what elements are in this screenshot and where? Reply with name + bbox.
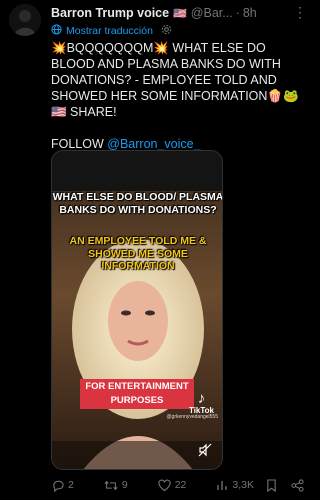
views-count: 3,3K	[232, 479, 254, 491]
translate-label: Mostrar traducción	[66, 25, 153, 37]
tweet-body: 💥BQQQQQQQM💥 WHAT ELSE DO BLOOD AND PLASM…	[51, 41, 299, 119]
repost-button[interactable]: 9	[104, 479, 128, 492]
video-overlay-subtitle: AN EMPLOYEE TOLD ME & SHOWED ME SOME INF…	[69, 235, 207, 272]
tiktok-username: @grkennyvedangel555	[166, 414, 218, 420]
avatar[interactable]	[9, 4, 41, 36]
video-player[interactable]: WHAT ELSE DO BLOOD/ PLASMA BANKS DO WITH…	[51, 150, 223, 470]
video-caption: FOR ENTERTAINMENT PURPOSES	[80, 379, 194, 409]
mute-icon[interactable]	[198, 443, 212, 457]
gear-icon[interactable]	[161, 24, 172, 38]
bookmark-icon	[267, 478, 276, 492]
author-handle[interactable]: @Bar...	[191, 6, 233, 20]
author-name[interactable]: Barron Trump voice	[51, 6, 169, 20]
tweet-text: 💥BQQQQQQQM💥 WHAT ELSE DO BLOOD AND PLASM…	[51, 40, 309, 152]
reply-button[interactable]: 2	[51, 479, 74, 492]
views-icon	[217, 481, 228, 490]
video-overlay-question: WHAT ELSE DO BLOOD/ PLASMA BANKS DO WITH…	[52, 191, 223, 216]
like-icon	[158, 479, 171, 491]
tweet[interactable]: Barron Trump voice 🇺🇸 @Bar... · 8h ⋮ Mos…	[0, 0, 314, 500]
like-count: 22	[174, 479, 187, 491]
tweet-header: Barron Trump voice 🇺🇸 @Bar... · 8h ⋮	[51, 4, 307, 22]
like-button[interactable]: 22	[158, 479, 187, 492]
reply-icon	[53, 480, 64, 492]
mention-link[interactable]: @Barron_voice_	[107, 137, 200, 151]
translate-link[interactable]: Mostrar traducción	[51, 24, 172, 38]
globe-icon	[51, 24, 62, 38]
author-flag: 🇺🇸	[173, 7, 187, 20]
tiktok-watermark: ♪ TikTok	[189, 391, 214, 415]
views-button[interactable]: 3,3K	[216, 479, 254, 491]
tiktok-icon: ♪	[197, 390, 206, 407]
separator: ·	[235, 6, 240, 20]
tweet-actions: 2 9 22 3,3K	[51, 476, 309, 494]
share-icon	[291, 478, 304, 492]
bookmark-button[interactable]	[266, 478, 281, 492]
reply-count: 2	[68, 479, 74, 491]
more-options-icon[interactable]: ⋮	[293, 4, 307, 20]
timestamp[interactable]: 8h	[243, 6, 257, 20]
share-button[interactable]	[291, 478, 308, 492]
follow-prefix: FOLLOW	[51, 137, 108, 151]
repost-icon	[104, 480, 118, 490]
repost-count: 9	[121, 479, 128, 491]
